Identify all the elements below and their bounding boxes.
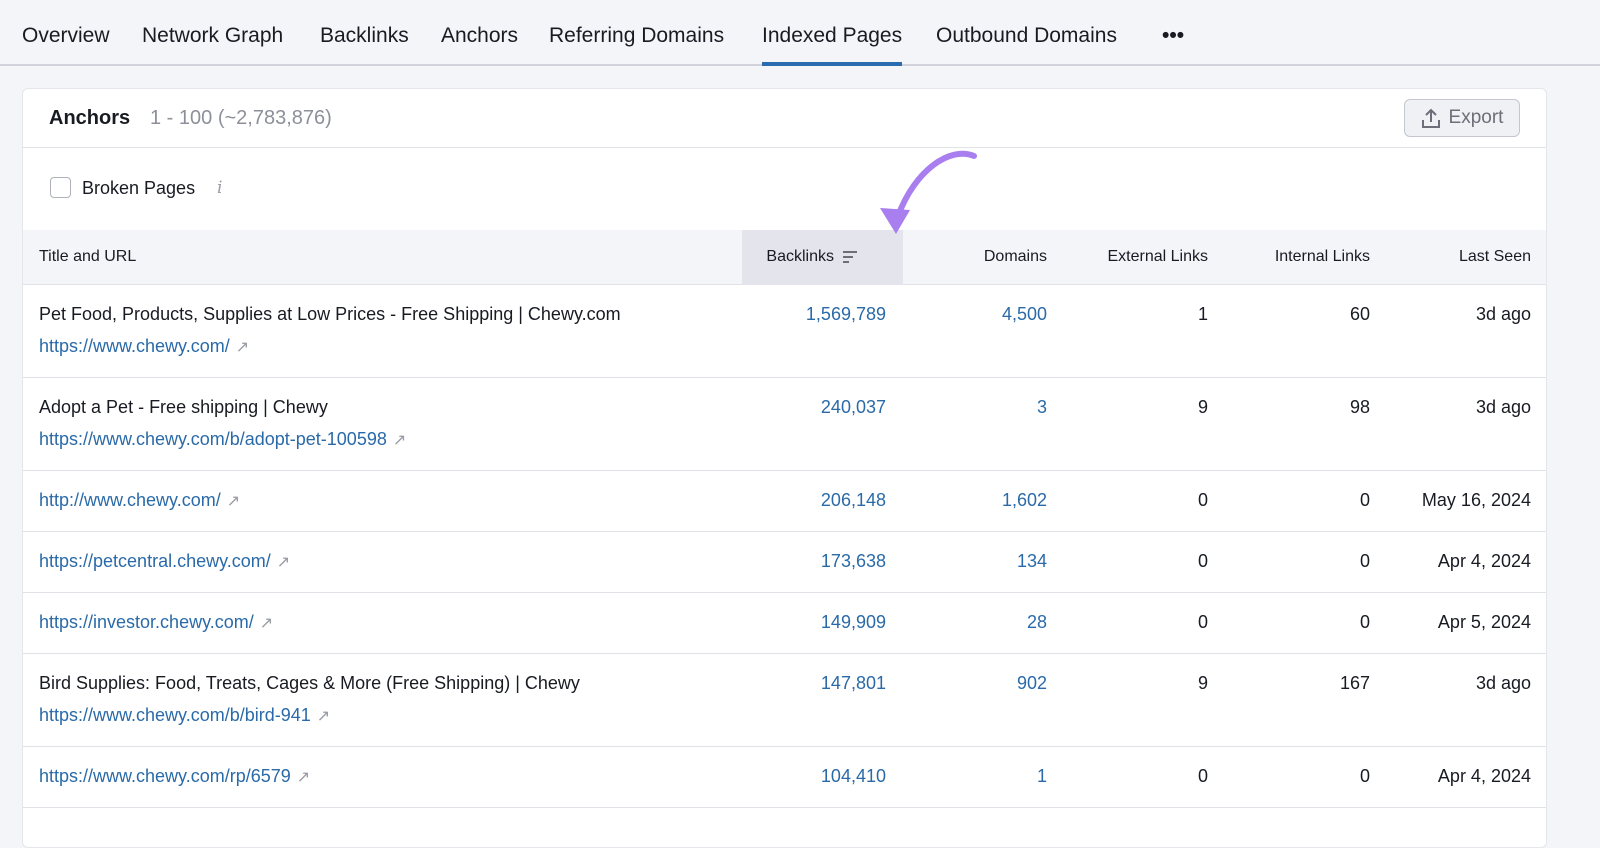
page-url[interactable]: https://www.chewy.com/rp/6579 xyxy=(39,766,291,786)
last-seen-value: Apr 4, 2024 xyxy=(1437,551,1531,571)
tab-backlinks[interactable]: Backlinks xyxy=(320,24,409,66)
last-seen-value: 3d ago xyxy=(1475,304,1531,324)
backlinks-value[interactable]: 240,037 xyxy=(821,397,886,418)
backlinks-value[interactable]: 149,909 xyxy=(821,612,886,633)
internal-links-value: 167 xyxy=(1339,673,1370,693)
filter-bar: Broken Pages i xyxy=(23,148,1546,230)
internal-links-value: 98 xyxy=(1349,397,1370,417)
external-links-value: 0 xyxy=(1197,490,1208,510)
last-seen-value: 3d ago xyxy=(1475,673,1531,693)
external-links-value: 9 xyxy=(1197,673,1208,693)
internal-links-value: 0 xyxy=(1359,551,1370,571)
page-url-link[interactable]: http://www.chewy.com/ ↗ xyxy=(39,490,240,511)
domains-value[interactable]: 4,500 xyxy=(1002,304,1047,325)
table-row: http://www.chewy.com/ ↗ 206,148 1,602 0 0 May … xyxy=(23,471,1546,532)
sort-icon[interactable] xyxy=(842,250,858,264)
internal-links-value: 60 xyxy=(1349,304,1370,324)
table-row: Pet Food, Products, Supplies at Low Pric… xyxy=(23,285,1546,378)
table-row: https://petcentral.chewy.com/ ↗ 173,638 134… xyxy=(23,532,1546,593)
table-row: Bird Supplies: Food, Treats, Cages & Mor… xyxy=(23,654,1546,747)
domains-value[interactable]: 134 xyxy=(1017,551,1047,572)
col-backlinks[interactable]: Backlinks xyxy=(766,248,858,266)
domains-value[interactable]: 1,602 xyxy=(1002,490,1047,511)
upload-icon xyxy=(1421,108,1440,128)
domains-value[interactable]: 902 xyxy=(1017,673,1047,694)
col-title-url[interactable]: Title and URL xyxy=(39,248,136,266)
backlinks-value[interactable]: 173,638 xyxy=(821,551,886,572)
last-seen-value: 3d ago xyxy=(1475,397,1531,417)
col-external-links[interactable]: External Links xyxy=(1108,248,1209,266)
external-link-icon[interactable]: ↗ xyxy=(317,708,330,725)
annotation-arrow-icon xyxy=(880,150,977,234)
external-link-icon[interactable]: ↗ xyxy=(393,432,406,449)
external-link-icon[interactable]: ↗ xyxy=(236,339,249,356)
col-internal-links[interactable]: Internal Links xyxy=(1275,248,1370,266)
tab-indexed-pages[interactable]: Indexed Pages xyxy=(762,24,903,66)
page-url-link[interactable]: https://www.chewy.com/ ↗ xyxy=(39,336,249,357)
broken-pages-label: Broken Pages xyxy=(82,178,196,198)
table-row: https://www.chewy.com/rp/6579 ↗ 104,410 1 0 0… xyxy=(23,747,1546,808)
tab-referring-domains[interactable]: Referring Domains xyxy=(549,24,724,66)
external-link-icon[interactable]: ↗ xyxy=(227,493,240,510)
external-link-icon[interactable]: ↗ xyxy=(277,554,290,571)
backlinks-value[interactable]: 104,410 xyxy=(821,766,886,787)
table-header: Title and URL Backlinks Domains External… xyxy=(23,230,1546,285)
backlinks-value[interactable]: 1,569,789 xyxy=(806,304,886,325)
page-title: Bird Supplies: Food, Treats, Cages & Mor… xyxy=(39,673,580,693)
page-url[interactable]: https://www.chewy.com/ xyxy=(39,336,230,356)
col-last-seen[interactable]: Last Seen xyxy=(1459,248,1531,266)
col-backlinks-label: Backlinks xyxy=(766,248,834,265)
table-row: Adopt a Pet - Free shipping | Chewy https… xyxy=(23,378,1546,471)
tab-overview[interactable]: Overview xyxy=(22,24,110,66)
backlinks-value[interactable]: 147,801 xyxy=(821,673,886,694)
page-url-link[interactable]: https://www.chewy.com/b/bird-941 ↗ xyxy=(39,705,330,726)
domains-value[interactable]: 3 xyxy=(1037,397,1047,418)
internal-links-value: 0 xyxy=(1359,766,1370,786)
page-url-link[interactable]: https://petcentral.chewy.com/ ↗ xyxy=(39,551,290,572)
indexed-pages-card: Anchors 1 - 100 (~2,783,876) Export Brok… xyxy=(22,88,1547,848)
broken-pages-checkbox[interactable] xyxy=(50,177,71,198)
tab-anchors[interactable]: Anchors xyxy=(441,24,518,66)
page-url-link[interactable]: https://investor.chewy.com/ ↗ xyxy=(39,612,273,633)
external-links-value: 0 xyxy=(1197,612,1208,632)
tab-outbound-domains[interactable]: Outbound Domains xyxy=(936,24,1117,66)
external-links-value: 9 xyxy=(1197,397,1208,417)
last-seen-value: May 16, 2024 xyxy=(1421,490,1531,510)
external-links-value: 1 xyxy=(1197,304,1208,324)
external-link-icon[interactable]: ↗ xyxy=(297,769,310,786)
domains-value[interactable]: 28 xyxy=(1027,612,1047,633)
external-link-icon[interactable]: ↗ xyxy=(260,615,273,632)
page-url[interactable]: https://petcentral.chewy.com/ xyxy=(39,551,271,571)
card-title: Anchors xyxy=(49,107,131,129)
more-tabs-button[interactable]: ••• xyxy=(1162,24,1184,66)
internal-links-value: 0 xyxy=(1359,490,1370,510)
page-title: Adopt a Pet - Free shipping | Chewy xyxy=(39,397,328,417)
internal-links-value: 0 xyxy=(1359,612,1370,632)
tab-bar: Overview Network Graph Backlinks Anchors… xyxy=(0,0,1600,66)
page-url[interactable]: http://www.chewy.com/ xyxy=(39,490,221,510)
page-url[interactable]: https://www.chewy.com/b/bird-941 xyxy=(39,705,311,725)
last-seen-value: Apr 5, 2024 xyxy=(1437,612,1531,632)
backlinks-value[interactable]: 206,148 xyxy=(821,490,886,511)
external-links-value: 0 xyxy=(1197,766,1208,786)
export-button[interactable]: Export xyxy=(1404,99,1520,137)
table-body: Pet Food, Products, Supplies at Low Pric… xyxy=(23,285,1546,808)
card-header: Anchors 1 - 100 (~2,783,876) Export xyxy=(23,89,1546,148)
domains-value[interactable]: 1 xyxy=(1037,766,1047,787)
result-count: 1 - 100 (~2,783,876) xyxy=(150,107,332,129)
page-url[interactable]: https://investor.chewy.com/ xyxy=(39,612,254,632)
col-domains[interactable]: Domains xyxy=(984,248,1047,266)
external-links-value: 0 xyxy=(1197,551,1208,571)
last-seen-value: Apr 4, 2024 xyxy=(1437,766,1531,786)
page-url-link[interactable]: https://www.chewy.com/rp/6579 ↗ xyxy=(39,766,310,787)
info-icon[interactable]: i xyxy=(217,178,222,198)
export-label: Export xyxy=(1448,107,1504,128)
tab-network-graph[interactable]: Network Graph xyxy=(142,24,283,66)
page-title: Pet Food, Products, Supplies at Low Pric… xyxy=(39,304,621,324)
page-url[interactable]: https://www.chewy.com/b/adopt-pet-100598 xyxy=(39,429,387,449)
table-row: https://investor.chewy.com/ ↗ 149,909 28 0 0 A… xyxy=(23,593,1546,654)
page-url-link[interactable]: https://www.chewy.com/b/adopt-pet-100598… xyxy=(39,429,406,450)
